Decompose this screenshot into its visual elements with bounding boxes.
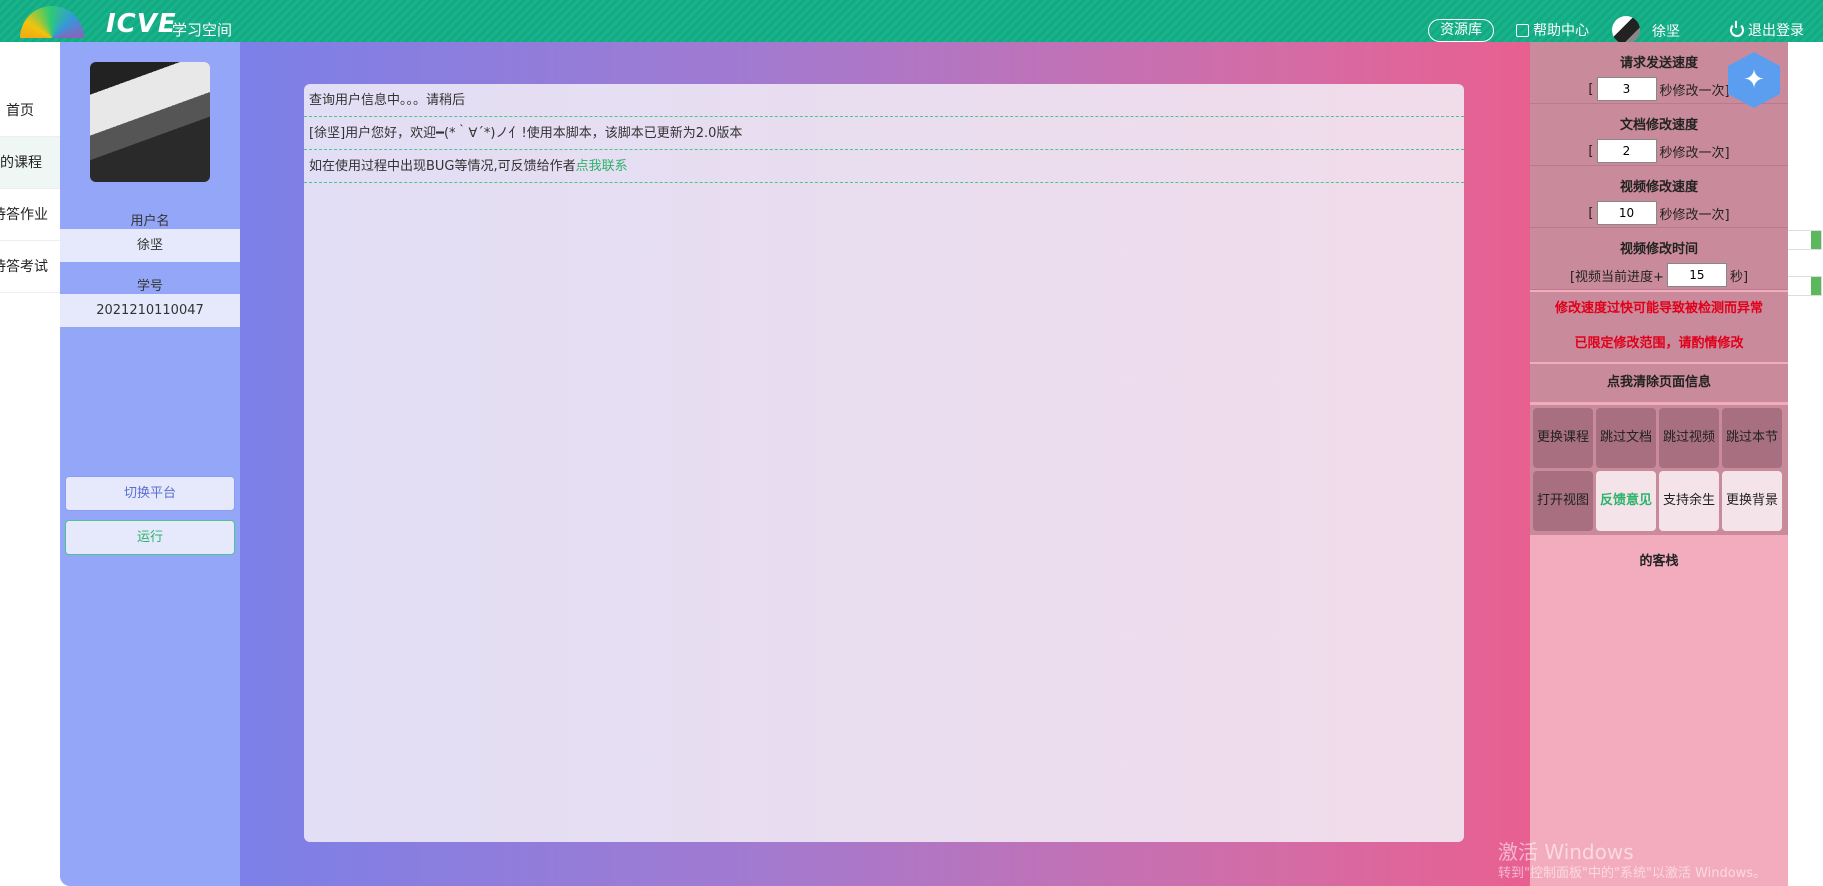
skip-document-button[interactable]: 跳过文档 (1596, 408, 1656, 468)
help-center-link[interactable]: 帮助中心 (1516, 20, 1589, 40)
logo-subtitle: 学习空间 (172, 21, 233, 39)
bracket: [ (1588, 205, 1594, 221)
doc-speed-input[interactable] (1596, 139, 1657, 163)
bracket: [ (1588, 81, 1594, 97)
student-id-value: 2021210110047 (60, 294, 240, 327)
video-time-input[interactable] (1666, 263, 1727, 287)
change-course-button[interactable]: 更换课程 (1533, 408, 1593, 468)
power-icon (1730, 21, 1744, 37)
help-label: 帮助中心 (1533, 23, 1589, 39)
username-label: 用户名 (130, 214, 170, 229)
change-background-button[interactable]: 更换背景 (1722, 471, 1782, 531)
action-grid: 更换课程 跳过文档 跳过视频 跳过本节 打开视图 反馈意见 支持余生 更换背景 (1530, 405, 1788, 535)
run-button[interactable]: 运行 (65, 520, 235, 555)
video-speed-input[interactable] (1596, 201, 1657, 225)
time-suffix: 秒] (1729, 269, 1749, 285)
doc-speed-title: 文档修改速度 (1619, 118, 1698, 133)
unit-label: 秒修改一次] (1659, 83, 1730, 99)
progress-bar (1782, 230, 1822, 250)
footer-text: 的客栈 (1639, 554, 1679, 569)
avatar[interactable] (1612, 16, 1640, 44)
video-speed-section: 视频修改速度 [ 秒修改一次] (1530, 166, 1788, 228)
progress-bar (1782, 276, 1822, 296)
video-speed-title: 视频修改速度 (1619, 180, 1698, 195)
switch-platform-button[interactable]: 切换平台 (65, 476, 235, 511)
top-username: 徐坚 (1652, 24, 1680, 40)
log-area: 查询用户信息中。。。请稍后 [徐坚]用户您好，欢迎━(*｀∀´*)ノ亻!使用本脚… (304, 84, 1464, 842)
feedback-button[interactable]: 反馈意见 (1596, 471, 1656, 531)
unit-label: 秒修改一次] (1659, 145, 1730, 161)
nav-item-exams[interactable]: 待答考试 (0, 241, 60, 293)
log-text: 如在使用过程中出现BUG等情况,可反馈给作者 (309, 159, 576, 174)
script-user-panel: 用户名 徐坚 学号 2021210110047 切换平台 运行 (60, 42, 240, 886)
warning-text-2: 已限定修改范围，请酌情修改 (1530, 326, 1788, 362)
user-avatar-image (90, 62, 210, 182)
nav-item-my-courses[interactable]: 我的课程 (0, 137, 60, 189)
warning-text-1: 修改速度过快可能导致被检测而异常 (1530, 292, 1788, 326)
time-prefix: [视频当前进度+ (1569, 269, 1664, 285)
username-value: 徐坚 (60, 229, 240, 262)
logo-text: ICVE (106, 9, 177, 39)
log-line: 查询用户信息中。。。请稍后 (304, 84, 1464, 117)
video-time-title: 视频修改时间 (1619, 242, 1698, 257)
activation-watermark-title: 激活 Windows (1498, 840, 1634, 864)
background-nav: 首页 我的课程 待答作业 待答考试 (0, 85, 60, 293)
clear-page-button[interactable]: 点我清除页面信息 (1530, 364, 1788, 402)
request-speed-input[interactable] (1596, 77, 1657, 101)
logout-label: 退出登录 (1748, 23, 1804, 39)
student-id-label: 学号 (136, 279, 163, 294)
video-time-section: 视频修改时间 [视频当前进度+ 秒] (1530, 228, 1788, 290)
help-icon (1516, 23, 1529, 37)
resource-library-button[interactable]: 资源库 (1428, 19, 1494, 42)
bracket: [ (1588, 143, 1594, 159)
script-main-panel: 查询用户信息中。。。请稍后 [徐坚]用户您好，欢迎━(*｀∀´*)ノ亻!使用本脚… (240, 42, 1530, 886)
open-view-button[interactable]: 打开视图 (1533, 471, 1593, 531)
skip-video-button[interactable]: 跳过视频 (1659, 408, 1719, 468)
activation-watermark-text: 转到"控制面板"中的"系统"以激活 Windows。 (1498, 866, 1767, 881)
log-line: 如在使用过程中出现BUG等情况,可反馈给作者点我联系 (304, 150, 1464, 183)
unit-label: 秒修改一次] (1659, 207, 1730, 223)
logout-link[interactable]: 退出登录 (1730, 20, 1804, 40)
nav-item-homework[interactable]: 待答作业 (0, 189, 60, 241)
contact-link[interactable]: 点我联系 (576, 159, 628, 174)
nav-item-home[interactable]: 首页 (0, 85, 60, 137)
support-button[interactable]: 支持余生 (1659, 471, 1719, 531)
script-settings-panel: 请求发送速度 [秒修改一次] 文档修改速度 [秒修改一次] 视频修改速度 [秒修… (1530, 42, 1788, 886)
skip-section-button[interactable]: 跳过本节 (1722, 408, 1782, 468)
doc-speed-section: 文档修改速度 [ 秒修改一次] (1530, 104, 1788, 166)
log-line: [徐坚]用户您好，欢迎━(*｀∀´*)ノ亻!使用本脚本，该脚本已更新为2.0版本 (304, 117, 1464, 150)
top-bar: ICVE 学习空间 资源库 帮助中心 徐坚 退出登录 (0, 0, 1823, 44)
